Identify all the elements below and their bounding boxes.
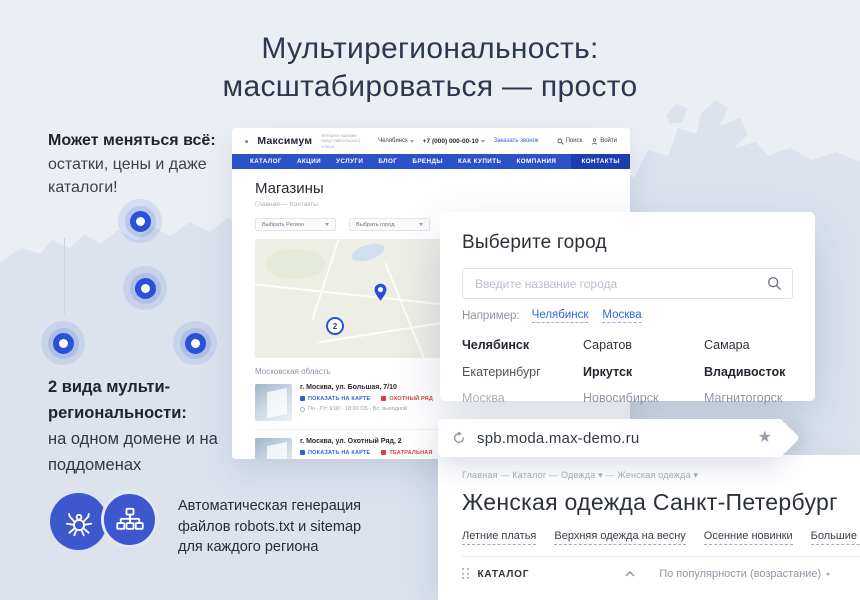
sitemap-icon — [115, 505, 145, 535]
store-photo — [255, 384, 292, 421]
bookmark-star-icon[interactable]: ★ — [758, 430, 772, 446]
browser-address-bar[interactable]: spb.moda.max-demo.ru ★ — [438, 419, 784, 457]
shop-logo-icon — [245, 135, 248, 148]
city-select[interactable]: Выбрать город — [349, 218, 430, 231]
example-label: Например: — [462, 310, 520, 322]
spider-icon — [62, 505, 96, 539]
region-select[interactable]: Выбрать Регион — [255, 218, 336, 231]
city-option[interactable]: Саратов — [583, 338, 704, 352]
city-search-input[interactable] — [462, 268, 793, 299]
nav-brands[interactable]: БРЕНДЫ — [412, 158, 443, 165]
metro-station: ОХОТНЫЙ РЯД — [381, 396, 433, 402]
nav-blog[interactable]: БЛОГ — [378, 158, 397, 165]
page: Мультирегиональность: масштабироваться —… — [0, 0, 860, 600]
sort-select[interactable]: По популярности (возрастание) — [659, 568, 830, 580]
shop-city-select[interactable]: Челябинск — [378, 138, 414, 144]
feature-description: Автоматическая генерация файлов robots.t… — [178, 496, 383, 558]
nav-company[interactable]: КОМПАНИЯ — [517, 158, 557, 165]
shops-page-title: Магазины — [255, 180, 607, 197]
catalog-heading: Женская одежда Санкт-Петербург — [462, 489, 860, 516]
shop-login[interactable]: Войти — [591, 138, 617, 145]
refresh-icon[interactable] — [452, 431, 466, 445]
metro-station: ТЕАТРАЛЬНАЯ — [381, 450, 432, 456]
metro-icon — [381, 450, 386, 455]
catalog-tags: Летние платья Верхняя одежда на весну Ос… — [462, 530, 860, 545]
tag-link[interactable]: Большие размеры — [811, 530, 860, 545]
search-icon[interactable] — [767, 276, 782, 291]
city-option[interactable]: Иркутск — [583, 365, 704, 379]
nav-how-to-buy[interactable]: КАК КУПИТЬ — [458, 158, 501, 165]
note-two-types-bold: 2 вида мульти-региональности: — [48, 378, 187, 422]
note-two-types-rest: на одном домене и на поддоменах — [48, 430, 218, 474]
note-catalogs: Может меняться всё: остатки, цены и даже… — [48, 129, 226, 200]
shop-tagline: Интернет-магазинпредставительского класс… — [321, 133, 360, 149]
show-on-map-link[interactable]: ПОКАЗАТЬ НА КАРТЕ — [300, 396, 370, 402]
region-marker-icon — [118, 199, 162, 243]
map-cluster-badge[interactable]: 2 — [326, 317, 344, 335]
shop-header: Максимум Интернет-магазинпредставительск… — [232, 128, 630, 154]
page-title: Мультирегиональность: масштабироваться —… — [0, 30, 860, 106]
nav-contacts[interactable]: КОНТАКТЫ — [571, 154, 630, 169]
example-city-link[interactable]: Челябинск — [532, 309, 589, 323]
store-photo — [255, 438, 292, 459]
city-list: Челябинск Саратов Самара Екатеринбург Ир… — [462, 338, 793, 405]
sitemap-feature-circle — [101, 491, 158, 548]
user-icon — [591, 138, 598, 145]
city-option[interactable]: Самара — [704, 338, 793, 352]
tag-link[interactable]: Летние платья — [462, 530, 536, 545]
catalog-toolbar: КАТАЛОГ По популярности (возрастание) — [462, 568, 860, 580]
store-address: г. Москва, ул. Большая, 7/10 — [300, 384, 397, 391]
region-marker-icon — [41, 321, 85, 365]
shop-logo-text[interactable]: Максимум — [257, 135, 312, 147]
grid-dots-icon — [462, 568, 470, 580]
note-two-types: 2 вида мульти-региональности: на одном до… — [48, 374, 226, 478]
metro-icon — [381, 396, 386, 401]
chevron-down-icon — [826, 573, 830, 576]
city-option[interactable]: Новосибирск — [583, 391, 704, 405]
shop-search[interactable]: Поиск — [557, 138, 583, 145]
map-pin-icon — [300, 396, 305, 401]
nav-sales[interactable]: АКЦИИ — [297, 158, 321, 165]
map-pin-icon — [373, 283, 388, 302]
map-pin-icon — [300, 450, 305, 455]
catalog-page-panel: Главная — Каталог — Одежда ▾ — Женская о… — [438, 455, 860, 600]
catalog-breadcrumb[interactable]: Главная — Каталог — Одежда ▾ — Женская о… — [462, 470, 860, 481]
region-marker-icon — [123, 266, 167, 310]
city-option[interactable]: Магнитогорск — [704, 391, 793, 405]
shop-breadcrumb: Главная — Контакты — [255, 201, 607, 208]
url-text[interactable]: spb.moda.max-demo.ru — [477, 430, 639, 447]
robots-feature-circle — [50, 493, 107, 550]
search-icon — [557, 138, 564, 145]
note-catalogs-rest: остатки, цены и даже каталоги! — [48, 156, 207, 197]
city-option[interactable]: Челябинск — [462, 338, 583, 352]
show-on-map-link[interactable]: ПОКАЗАТЬ НА КАРТЕ — [300, 450, 370, 456]
nav-catalog[interactable]: КАТАЛОГ — [250, 158, 282, 165]
store-address: г. Москва, ул. Охотный Ряд, 2 — [300, 438, 402, 445]
note-catalogs-bold: Может меняться всё: — [48, 132, 216, 149]
shop-navbar: КАТАЛОГ АКЦИИ УСЛУГИ БЛОГ БРЕНДЫ КАК КУП… — [232, 154, 630, 169]
store-hours: Пн - Пт: 9:00 - 18:00 СБ - Вс: выходной — [300, 406, 607, 412]
city-option[interactable]: Владивосток — [704, 365, 793, 379]
divider — [462, 556, 860, 557]
catalog-menu-button[interactable]: КАТАЛОГ — [478, 569, 530, 580]
nav-services[interactable]: УСЛУГИ — [336, 158, 363, 165]
modal-title: Выберите город — [462, 232, 793, 254]
city-option[interactable]: Москва — [462, 391, 583, 405]
region-marker-icon — [173, 321, 217, 365]
clock-icon — [300, 407, 305, 412]
shop-callback-link[interactable]: Заказать звонок — [494, 138, 539, 144]
city-examples: Например: Челябинск Москва — [462, 309, 793, 323]
page-title-line2: масштабироваться — просто — [0, 68, 860, 106]
city-picker-modal: Выберите город Например: Челябинск Москв… — [440, 212, 815, 401]
tag-link[interactable]: Осенние новинки — [704, 530, 793, 545]
chevron-up-icon[interactable] — [625, 571, 635, 577]
connector-line — [64, 238, 65, 314]
tag-link[interactable]: Верхняя одежда на весну — [554, 530, 685, 545]
shop-phone[interactable]: +7 (000) 000-00-10 — [423, 138, 485, 145]
page-title-line1: Мультирегиональность: — [0, 30, 860, 68]
example-city-link[interactable]: Москва — [602, 309, 641, 323]
city-option[interactable]: Екатеринбург — [462, 365, 583, 379]
